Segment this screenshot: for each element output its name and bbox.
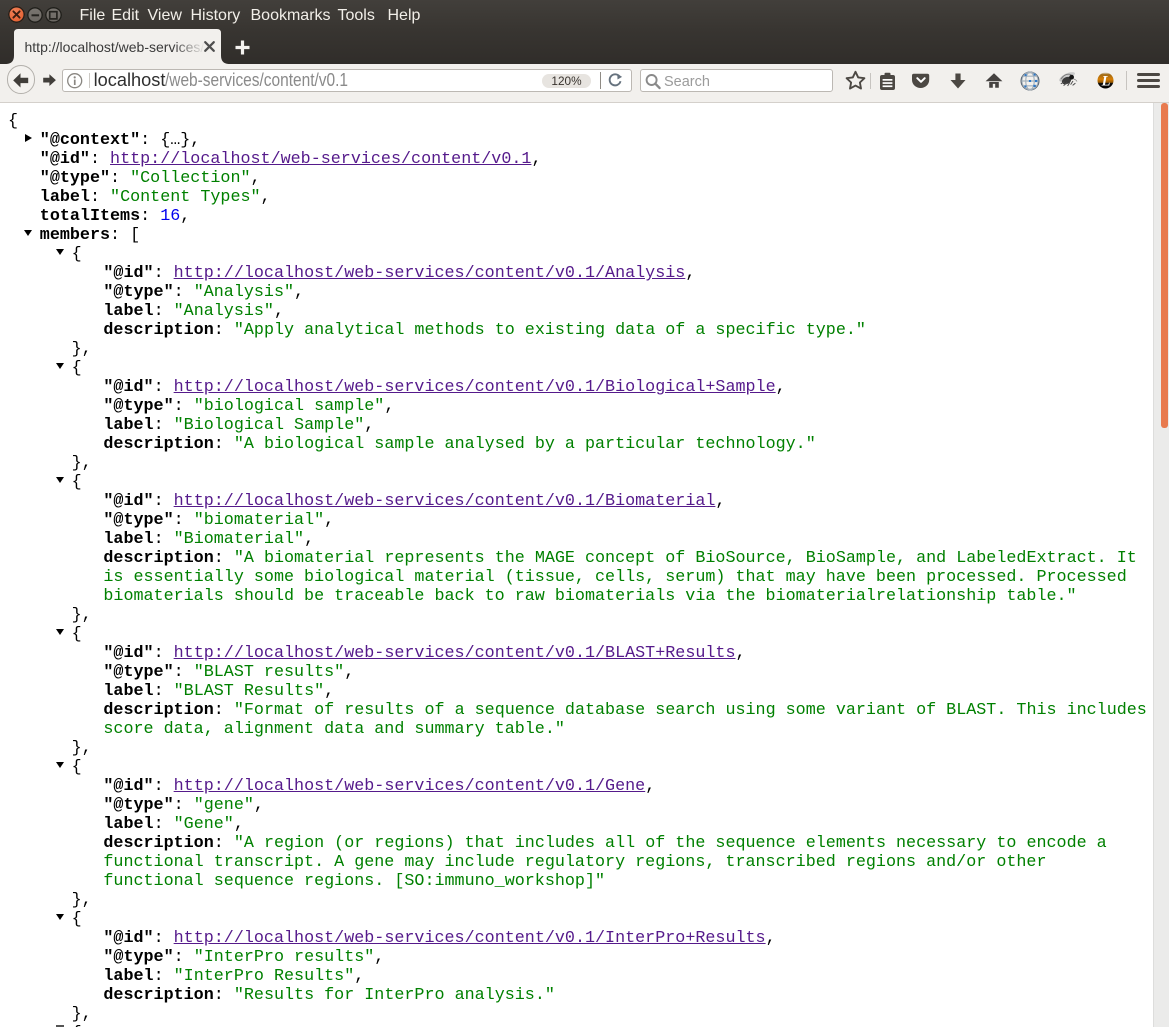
svg-text:L: L <box>1101 73 1111 89</box>
